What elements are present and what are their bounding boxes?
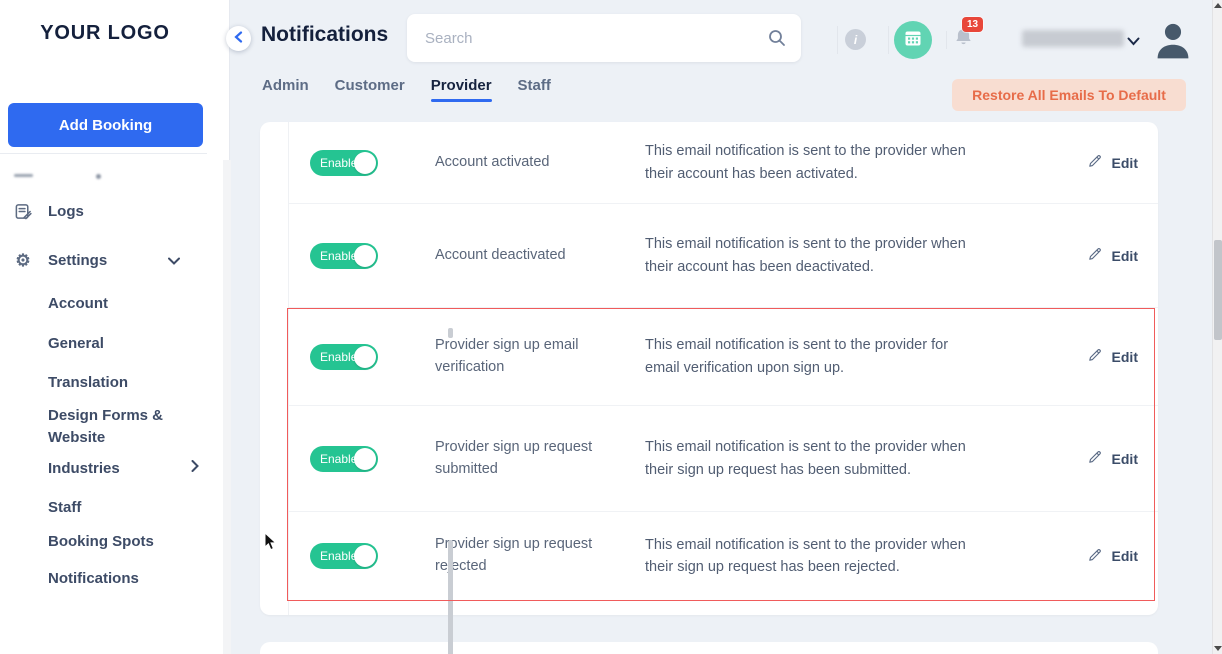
sidebar-item-general[interactable]: General xyxy=(48,333,203,355)
tab-customer[interactable]: Customer xyxy=(335,77,405,102)
restore-all-emails-button[interactable]: Restore All Emails To Default xyxy=(952,79,1186,111)
sidebar-item-label: Settings xyxy=(48,252,108,269)
user-menu-chevron-down-icon[interactable] xyxy=(1127,33,1140,51)
bell-icon xyxy=(952,29,975,54)
header-divider xyxy=(888,26,889,54)
notification-row-signup-email-verification: Enabled Provider sign up email verificat… xyxy=(260,308,1158,405)
notification-row-account-activated: Enabled Account activated This email not… xyxy=(260,122,1158,203)
toggle-knob xyxy=(354,244,376,267)
toggle-knob xyxy=(354,345,376,368)
page-title: Notifications xyxy=(261,23,389,46)
toggle-knob xyxy=(354,151,376,174)
user-avatar[interactable] xyxy=(1152,19,1194,61)
logs-icon xyxy=(13,202,33,221)
notifications-list-card: Enabled Account activated This email not… xyxy=(260,122,1158,615)
card-gutter-divider xyxy=(288,122,289,615)
next-card-top-edge xyxy=(260,642,1158,654)
notification-row-signup-request-submitted: Enabled Provider sign up request submitt… xyxy=(260,406,1158,511)
redacted-sidebar-item-icon xyxy=(14,174,33,177)
app-logo: YOUR LOGO xyxy=(40,22,170,44)
sidebar-divider xyxy=(0,153,207,154)
toggle-knob xyxy=(354,545,376,567)
scrollbar-up-arrow[interactable] xyxy=(1214,3,1222,8)
collapse-sidebar-button[interactable] xyxy=(226,26,251,51)
pencil-icon xyxy=(1087,347,1103,366)
search-icon[interactable] xyxy=(767,28,787,53)
notification-name: Provider sign up request rejected xyxy=(435,536,593,574)
notification-row-signup-request-rejected: Enabled Provider sign up request rejecte… xyxy=(260,512,1158,600)
edit-button[interactable]: Edit xyxy=(1087,347,1138,366)
edit-button[interactable]: Edit xyxy=(1087,246,1138,265)
notification-description: This email notification is sent to the p… xyxy=(645,337,949,376)
pencil-icon xyxy=(1087,449,1103,468)
calendar-button[interactable] xyxy=(894,21,932,59)
info-icon[interactable]: i xyxy=(845,29,866,50)
header-divider xyxy=(946,31,947,49)
tab-provider[interactable]: Provider xyxy=(430,77,492,102)
sidebar-item-logs[interactable]: Logs xyxy=(0,202,210,221)
chevron-down-icon xyxy=(168,252,180,269)
notification-description: This email notification is sent to the p… xyxy=(645,236,966,275)
edit-button[interactable]: Edit xyxy=(1087,547,1138,566)
enabled-toggle[interactable]: Enabled xyxy=(310,149,378,176)
sidebar-scrollbar-thumb[interactable] xyxy=(447,540,453,654)
pencil-icon xyxy=(1087,153,1103,172)
edit-button[interactable]: Edit xyxy=(1087,153,1138,172)
sidebar-item-design-forms-website[interactable]: Design Forms & Website xyxy=(48,405,178,449)
sidebar-item-translation[interactable]: Translation xyxy=(48,372,203,394)
page-scrollbar[interactable] xyxy=(1212,0,1222,654)
scrollbar-down-arrow[interactable] xyxy=(1214,646,1222,651)
tab-staff[interactable]: Staff xyxy=(518,77,551,102)
notification-name: Account activated xyxy=(435,153,550,170)
pencil-icon xyxy=(1087,246,1103,265)
enabled-toggle[interactable]: Enabled xyxy=(310,445,378,472)
calendar-icon xyxy=(903,28,923,53)
enabled-toggle[interactable]: Enabled xyxy=(310,343,378,370)
scrollbar-thumb[interactable] xyxy=(1213,240,1222,340)
notification-description: This email notification is sent to the p… xyxy=(645,536,966,575)
tab-bar: Admin Customer Provider Staff xyxy=(262,77,551,102)
header-divider xyxy=(837,26,838,54)
chevron-left-icon xyxy=(234,30,243,48)
add-booking-button[interactable]: Add Booking xyxy=(8,103,203,147)
notification-name: Provider sign up email verification xyxy=(435,336,579,375)
sidebar: YOUR LOGO Add Booking Logs ⚙ Settings Ac… xyxy=(0,0,453,654)
sidebar-item-industries[interactable]: Industries xyxy=(48,458,203,480)
enabled-toggle[interactable]: Enabled xyxy=(310,242,378,269)
sidebar-item-booking-spots[interactable]: Booking Spots xyxy=(48,531,203,553)
gear-icon: ⚙ xyxy=(15,251,31,270)
toggle-knob xyxy=(354,447,376,470)
tab-admin[interactable]: Admin xyxy=(262,77,309,102)
search-box xyxy=(407,14,801,62)
sidebar-scrollbar[interactable] xyxy=(223,160,453,654)
search-input[interactable] xyxy=(407,14,801,62)
user-name-redacted[interactable] xyxy=(1022,30,1124,47)
notification-count-badge: 13 xyxy=(962,17,984,32)
sidebar-item-label: Logs xyxy=(48,203,84,220)
notification-description: This email notification is sent to the p… xyxy=(645,143,966,182)
enabled-toggle[interactable]: Enabled xyxy=(310,543,378,569)
sidebar-item-notifications[interactable]: Notifications xyxy=(48,568,203,590)
sidebar-item-staff[interactable]: Staff xyxy=(48,497,203,519)
notification-row-account-deactivated: Enabled Account deactivated This email n… xyxy=(260,204,1158,307)
notification-name: Provider sign up request submitted xyxy=(435,438,593,477)
redacted-sidebar-item-label xyxy=(96,174,101,179)
notification-description: This email notification is sent to the p… xyxy=(645,439,966,478)
sidebar-item-account[interactable]: Account xyxy=(48,293,203,315)
notification-name: Account deactivated xyxy=(435,246,566,263)
chevron-right-icon xyxy=(191,459,199,477)
edit-button[interactable]: Edit xyxy=(1087,449,1138,468)
pencil-icon xyxy=(1087,547,1103,566)
sidebar-item-settings[interactable]: ⚙ Settings xyxy=(0,252,210,269)
